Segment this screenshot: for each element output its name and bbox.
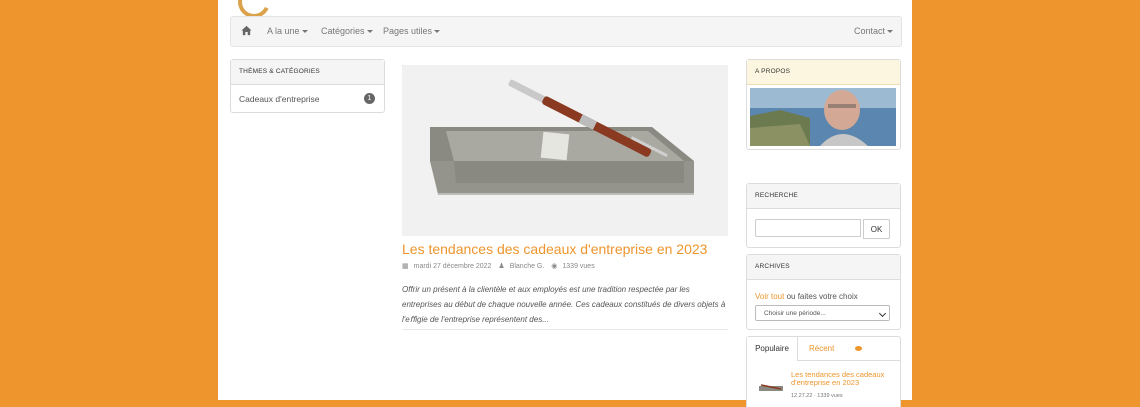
archives-heading: ARCHIVES xyxy=(747,255,900,280)
search-button[interactable]: OK xyxy=(863,219,890,239)
search-panel: RECHERCHE OK xyxy=(746,183,901,248)
divider xyxy=(402,329,728,330)
search-input[interactable] xyxy=(755,219,861,237)
tab-popular[interactable]: Populaire xyxy=(747,337,798,361)
chevron-down-icon xyxy=(887,30,893,34)
chevron-down-icon xyxy=(366,30,373,34)
archives-text: Voir tout ou faites votre choix xyxy=(755,292,858,301)
about-heading: A PROPOS xyxy=(747,60,900,85)
main-navbar: A la une Catégories Pages utiles Contact xyxy=(230,16,902,47)
article-date: mardi 27 décembre 2022 xyxy=(413,263,492,270)
nav-a-la-une[interactable]: A la une xyxy=(267,26,308,36)
chevron-down-icon xyxy=(878,309,887,318)
pen-gift-box-image xyxy=(402,65,728,236)
article-meta: ▦ mardi 27 décembre 2022 ♟ Blanche G. ◉ 133… xyxy=(402,262,600,270)
eye-icon: ◉ xyxy=(551,263,558,270)
article-title[interactable]: Les tendances des cadeaux d'entreprise e… xyxy=(402,241,707,257)
home-icon[interactable] xyxy=(241,25,252,36)
category-link[interactable]: Cadeaux d'entreprise xyxy=(239,94,320,104)
article-image[interactable]: ′ xyxy=(402,65,728,236)
popular-recent-tabs: Populaire Récent Les tendances des cadea… xyxy=(746,336,901,407)
article-excerpt: O﻿ffrir un présent à la clientèle et aux… xyxy=(402,285,726,324)
categories-heading: THÈMES & CATÉGORIES xyxy=(231,60,384,85)
calendar-icon: ▦ xyxy=(402,263,409,270)
archives-panel: ARCHIVES Voir tout ou faites votre choix… xyxy=(746,254,901,330)
about-panel: A PROPOS xyxy=(746,59,901,150)
comment-icon[interactable] xyxy=(855,346,862,351)
popular-item-meta: 12.27.22 · 1339 vues xyxy=(791,393,843,399)
popular-item-title[interactable]: Les tendances des cadeaux d'entreprise e… xyxy=(791,371,895,387)
nav-categories[interactable]: Catégories xyxy=(321,26,373,36)
archives-view-all-link[interactable]: Voir tout xyxy=(755,292,784,301)
search-heading: RECHERCHE xyxy=(747,184,900,209)
image-mark: ′ xyxy=(402,65,404,71)
nav-pages-utiles[interactable]: Pages utiles xyxy=(383,26,441,36)
article-views: 1339 vues xyxy=(562,263,595,270)
categories-panel: THÈMES & CATÉGORIES Cadeaux d'entreprise… xyxy=(230,59,385,113)
nav-contact[interactable]: Contact xyxy=(854,26,893,36)
chevron-down-icon xyxy=(434,30,441,34)
tab-recent[interactable]: Récent xyxy=(809,337,834,361)
page-container: A la une Catégories Pages utiles Contact… xyxy=(218,0,912,407)
article-author[interactable]: Blanche G. xyxy=(510,263,545,270)
tabs-divider xyxy=(797,360,900,361)
category-count-badge: 1 xyxy=(364,93,375,104)
chevron-down-icon xyxy=(301,30,308,34)
author-photo[interactable] xyxy=(750,88,896,146)
user-icon: ♟ xyxy=(498,263,505,270)
popular-item-thumbnail[interactable] xyxy=(757,380,785,394)
archives-period-select[interactable]: Choisir une période... xyxy=(755,305,890,321)
